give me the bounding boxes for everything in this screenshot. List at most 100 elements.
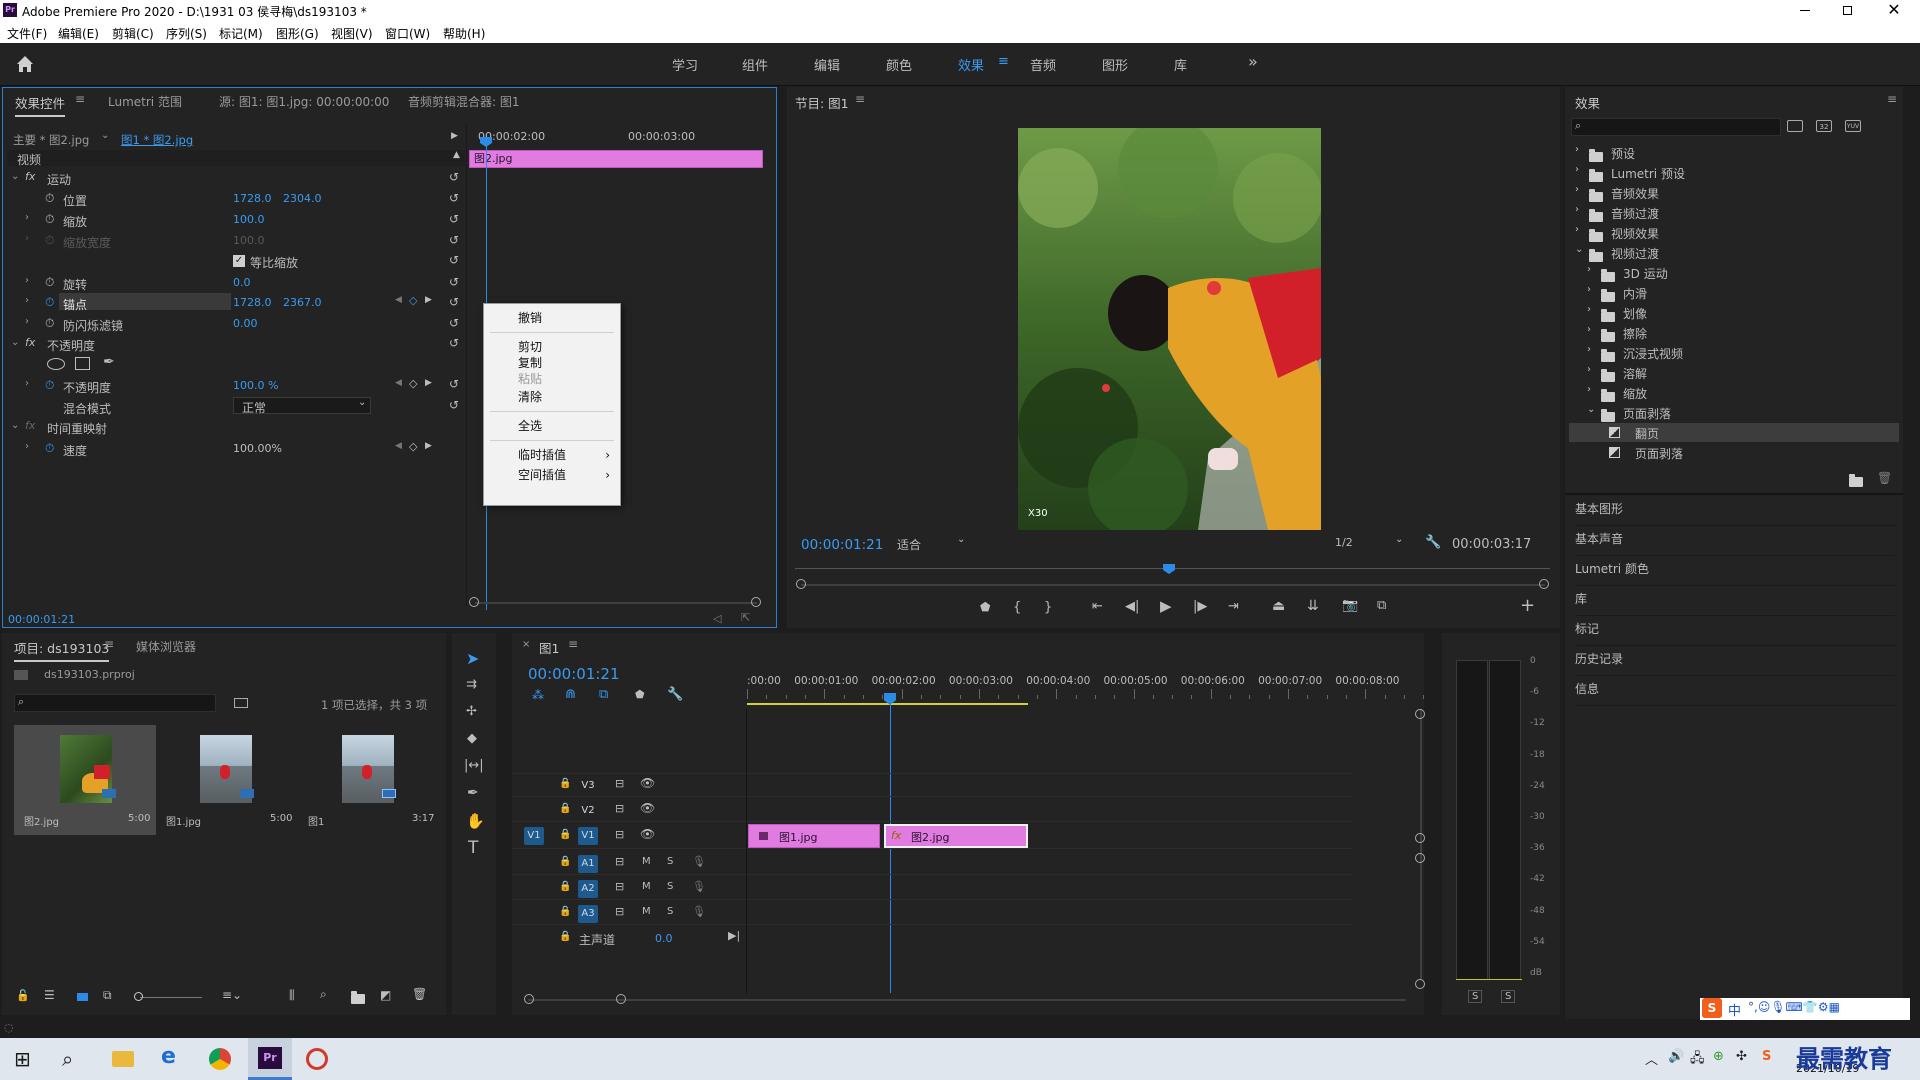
chevron-right-icon[interactable]: › bbox=[1587, 364, 1591, 375]
lock-icon[interactable]: 🔒 bbox=[559, 829, 571, 840]
chevron-down-icon[interactable]: ⌄ bbox=[1587, 404, 1595, 415]
track-v2-label[interactable]: V2 bbox=[578, 802, 598, 820]
timeline-vscroll[interactable] bbox=[1420, 709, 1422, 979]
sync-lock-icon[interactable]: ⊟ bbox=[615, 777, 624, 790]
zoom-slider-thumb[interactable] bbox=[134, 992, 143, 1001]
stopwatch-icon[interactable]: ⏱ bbox=[45, 212, 54, 227]
solo-button[interactable]: S bbox=[667, 856, 673, 867]
scroll-up-icon[interactable]: ▲ bbox=[453, 150, 460, 160]
tab-menu-icon[interactable]: ≡ bbox=[75, 92, 85, 106]
expand-scale-width-icon[interactable]: › bbox=[25, 233, 29, 244]
effects-tree-item[interactable]: › 沉浸式视频 bbox=[1569, 343, 1899, 362]
ime-icons[interactable]: °,☺🎙⌨👕⚙▦ bbox=[1748, 1000, 1840, 1014]
next-keyframe-icon[interactable]: ▶ bbox=[425, 295, 432, 305]
program-zoom-handle-left[interactable] bbox=[796, 579, 806, 589]
scale-width-reset-icon[interactable]: ↺ bbox=[449, 233, 459, 247]
tab-effect-controls[interactable]: 效果控件 bbox=[15, 93, 66, 117]
lock-icon[interactable]: 🔒 bbox=[559, 856, 571, 867]
tab-project[interactable]: 项目: ds193103 bbox=[14, 638, 110, 662]
sequence-clip-label[interactable]: 图1 * 图2.jpg bbox=[121, 132, 193, 148]
timeline-clip-2[interactable]: fx 图2.jpg bbox=[884, 824, 1028, 848]
freeform-view-icon[interactable]: ⧉ bbox=[103, 988, 112, 1003]
chevron-right-icon[interactable]: › bbox=[1587, 284, 1591, 295]
chevron-down-icon[interactable]: ⌄ bbox=[101, 130, 109, 141]
stopwatch-icon[interactable]: ⏱ bbox=[45, 191, 54, 206]
chevron-down-icon[interactable]: ⌄ bbox=[1575, 244, 1583, 255]
step-back-icon[interactable]: ◀| bbox=[1125, 599, 1139, 614]
program-zoom-scrollbar[interactable] bbox=[801, 584, 1545, 586]
share-icon[interactable]: ⇱ bbox=[741, 611, 750, 624]
motion-reset-icon[interactable]: ↺ bbox=[449, 170, 459, 184]
linked-selection-icon[interactable]: ⧉ bbox=[599, 687, 608, 702]
ec-zoom-scrollbar[interactable] bbox=[475, 602, 757, 604]
collapsed-panel-tab[interactable]: 标记 bbox=[1575, 620, 1895, 646]
eye-icon[interactable]: 👁 bbox=[640, 801, 655, 815]
ctx-temporal-interpolation[interactable]: 临时插值 › bbox=[484, 444, 620, 466]
chevron-right-icon[interactable]: › bbox=[1575, 224, 1579, 235]
menu-help[interactable]: 帮助(H) bbox=[443, 25, 485, 42]
collapsed-panel-tab[interactable]: 历史记录 bbox=[1575, 650, 1895, 676]
vscroll-handle[interactable] bbox=[1415, 709, 1425, 719]
selection-tool-icon[interactable]: ➤ bbox=[466, 649, 479, 668]
volume-icon[interactable]: 🔊 bbox=[1668, 1049, 1684, 1064]
vscroll-handle[interactable] bbox=[1415, 853, 1425, 863]
menu-graphics[interactable]: 图形(G) bbox=[276, 25, 319, 42]
mic-icon[interactable]: 🎙 bbox=[692, 855, 706, 868]
program-monitor-title[interactable]: 节目: 图1 bbox=[795, 93, 849, 112]
tab-source[interactable]: 源: 图1: 图1.jpg: 00:00:00:00 bbox=[219, 93, 389, 110]
ec-clip-bar[interactable]: 图2.jpg bbox=[469, 150, 763, 168]
ws-effects[interactable]: 效果 bbox=[958, 55, 984, 74]
collapsed-panel-tab[interactable]: 基本图形 bbox=[1575, 500, 1895, 526]
chevron-right-icon[interactable]: › bbox=[1587, 324, 1591, 335]
effects-tree-item[interactable]: › 预设 bbox=[1569, 143, 1899, 162]
mark-out-icon[interactable]: } bbox=[1044, 600, 1052, 615]
mute-button[interactable]: M bbox=[642, 881, 651, 892]
program-playhead[interactable] bbox=[1163, 564, 1175, 574]
effects-tree-item[interactable]: › 擦除 bbox=[1569, 323, 1899, 342]
snap-icon[interactable]: ⋒ bbox=[565, 687, 576, 702]
timeline-ruler[interactable]: :00:00 00:00:01:00 00:00:02:00 00:00:03:00 0… bbox=[747, 673, 1425, 705]
ws-audio[interactable]: 音频 bbox=[1030, 55, 1056, 74]
collapsed-panel-tab[interactable]: 信息 bbox=[1575, 680, 1895, 706]
panel-menu-icon[interactable]: ≡ bbox=[1887, 92, 1897, 106]
next-keyframe-icon[interactable]: ▶ bbox=[425, 441, 432, 451]
hscroll-handle[interactable] bbox=[616, 994, 626, 1004]
prev-keyframe-icon[interactable]: ◀ bbox=[395, 378, 402, 388]
new-bin-icon[interactable] bbox=[351, 990, 365, 1005]
effects-tree-item[interactable]: › 音频过渡 bbox=[1569, 203, 1899, 222]
menu-edit[interactable]: 编辑(E) bbox=[58, 25, 99, 42]
chevron-right-icon[interactable]: › bbox=[1575, 144, 1579, 155]
meter-solo-right[interactable]: S bbox=[1501, 990, 1516, 1003]
collapsed-panel-tab[interactable]: 库 bbox=[1575, 590, 1895, 616]
lock-icon[interactable]: 🔒 bbox=[559, 803, 571, 814]
effects-tree-item[interactable]: 页面剥落 bbox=[1569, 443, 1899, 462]
vscroll-handle[interactable] bbox=[1415, 979, 1425, 989]
antiflicker-value[interactable]: 0.00 bbox=[233, 317, 258, 330]
anchor-x-value[interactable]: 1728.0 bbox=[233, 296, 272, 309]
accelerated-effects-icon[interactable] bbox=[1787, 120, 1803, 132]
sogou-logo-icon[interactable]: S bbox=[1702, 998, 1722, 1018]
expand-antiflicker-icon[interactable]: › bbox=[25, 316, 29, 327]
ellipse-mask-icon[interactable] bbox=[47, 358, 65, 370]
blend-reset-icon[interactable]: ↺ bbox=[449, 398, 459, 412]
add-button-icon[interactable]: + bbox=[1520, 595, 1535, 616]
delete-icon[interactable]: 🗑 bbox=[1877, 471, 1892, 485]
effects-search-input[interactable]: ⌕ bbox=[1571, 118, 1781, 136]
ctx-spatial-interpolation[interactable]: 空间插值 › bbox=[484, 464, 620, 486]
go-to-end-icon[interactable]: ▶| bbox=[728, 929, 740, 942]
mute-button[interactable]: M bbox=[642, 906, 651, 917]
vscroll-handle[interactable] bbox=[1415, 833, 1425, 843]
file-explorer-icon[interactable] bbox=[112, 1051, 134, 1067]
ec-playhead-handle[interactable] bbox=[480, 137, 492, 147]
pen-tool-icon[interactable]: ✒ bbox=[467, 785, 479, 801]
close-button[interactable]: ✕ bbox=[1878, 0, 1910, 20]
effects-panel-title[interactable]: 效果 bbox=[1575, 93, 1600, 112]
ctx-undo[interactable]: 撤销 bbox=[484, 307, 620, 329]
project-item-1[interactable]: 图2.jpg 5:00 bbox=[14, 725, 156, 835]
sync-lock-icon[interactable]: ⊟ bbox=[615, 802, 624, 815]
stopwatch-active-icon[interactable]: ⏱ bbox=[45, 441, 54, 456]
fx-badge[interactable]: fx bbox=[25, 170, 35, 183]
ws-graphics[interactable]: 图形 bbox=[1102, 55, 1128, 74]
program-timecode[interactable]: 00:00:01:21 bbox=[801, 537, 883, 553]
collapsed-panel-tab[interactable]: 基本声音 bbox=[1575, 530, 1895, 556]
